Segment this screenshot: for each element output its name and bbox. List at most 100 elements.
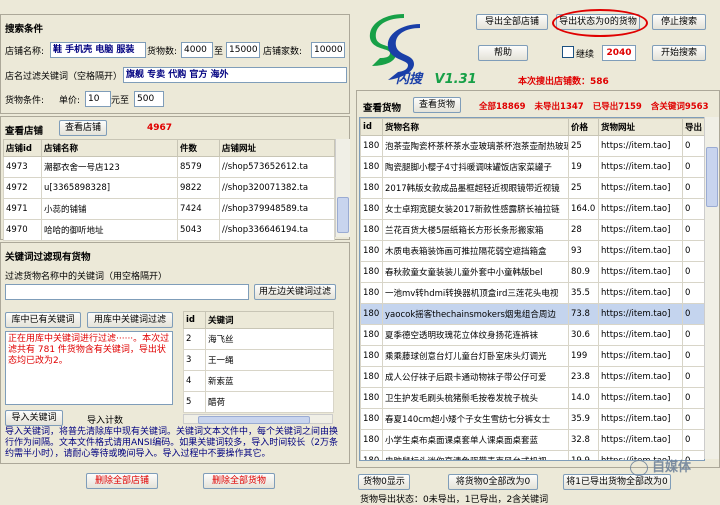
shop-row[interactable]: 4973 潮都衣舍一号店123 8579//shop573652612.ta [3, 156, 335, 178]
goods-row[interactable]: 180 春夏140cm超小矮个子女生雪纺七分裤女士 35.9 https://item… [360, 408, 704, 430]
show-zero-goods-button[interactable]: 货物0显示 [358, 474, 410, 490]
goods-row[interactable]: 180 春秋款童女童装装儿童外套中小童韩版bel 80.9 https://item.… [360, 261, 704, 283]
shop-name-input[interactable]: 鞋 手机壳 电脑 服装 [50, 42, 146, 58]
goods-id-cell: 180 [360, 408, 383, 430]
goods-row[interactable]: 180 夏季德空透明玫瑰花立体纹身扬花连裤袜 30.6 https://item.ta… [360, 324, 704, 346]
keyword-id-cell: 3 [183, 349, 206, 371]
goods-row[interactable]: 180 一池mv转hdmi转换器机顶盒ird三莲花头电视 35.5 https://i… [360, 282, 704, 304]
goods-url-cell: https://item.tao] [598, 198, 683, 220]
goods-name-cell: 女士卓翔宽腿女装2017新款性感露脐长袖拉链 [382, 198, 569, 220]
start-search-button[interactable]: 开始搜索 [652, 45, 706, 61]
existing-keywords-button[interactable]: 库中已有关键词 [5, 312, 81, 328]
goods-stats: 全部18869 未导出1347 已导出7159 含关键词9563 [479, 100, 709, 112]
keywords-header-word[interactable]: 关键词 [205, 311, 334, 329]
shops-panel: 查看店铺 查看店铺 4967 店铺id 店铺名称 件数 店铺网址 4973 潮都衣… [0, 116, 350, 241]
keyword-row[interactable]: 5 醋荷 [183, 391, 334, 413]
shop-row[interactable]: 4971 小蕊的铺铺 7424//shop379948589.ta [3, 198, 335, 220]
goods-scroll-thumb[interactable] [706, 147, 718, 207]
keyword-filter-input[interactable] [5, 284, 249, 300]
keyword-row[interactable]: 2 海飞丝 [183, 328, 334, 350]
import-keywords-button[interactable]: 导入关键词 [5, 410, 63, 426]
filter-label: 店名过滤关键词（空格隔开） [5, 72, 123, 82]
shops-header-count[interactable]: 件数 [177, 139, 220, 157]
shops-scroll-thumb[interactable] [337, 197, 349, 233]
goods-price-cell: 25 [568, 135, 599, 157]
goods-id-cell: 180 [360, 198, 383, 220]
goods-name-cell: 木质电表箱装饰画可推拉隔花弱空遮挡箱盒 [382, 240, 569, 262]
export-all-shops-button[interactable]: 导出全部店铺 [476, 14, 548, 30]
goods-row[interactable]: 180 2017韩版女款成品墨框超轻近视眼镜带近视镜 25 https://item.… [360, 177, 704, 199]
goods-max-input[interactable]: 15000 [226, 42, 260, 58]
shop-count-input[interactable]: 10000 [311, 42, 345, 58]
set-zero-goods-button[interactable]: 将货物0全部改为0 [448, 474, 538, 490]
goods-scrollbar[interactable] [704, 117, 719, 459]
goods-export-cell: 0 [682, 345, 704, 367]
goods-url-cell: https://item.tao] [598, 429, 683, 451]
help-button[interactable]: 帮助 [478, 45, 528, 61]
goods-table: id 货物名称 价格 货物网址 导出 180 泡茶壶陶瓷杯茶杯茶水壶玻璃茶杯泡茶壶… [360, 118, 704, 460]
keyword-row[interactable]: 4 新索蓝 [183, 370, 334, 392]
stop-search-button[interactable]: 停止搜索 [652, 14, 706, 30]
goods-price-cell: 25 [568, 177, 599, 199]
goods-header-url[interactable]: 货物网址 [598, 118, 683, 136]
goods-row[interactable]: 180 yaocok摇客thechainsmokers烟鬼组合周边 73.8 http… [360, 303, 704, 325]
reset-exported-button[interactable]: 将1已导出货物全部改为0 [563, 474, 671, 490]
price-min-input[interactable]: 10 [85, 91, 111, 107]
goods-row[interactable]: 180 小学生桌布桌面课桌套单人课桌面桌套蓝 32.8 https://item.ta… [360, 429, 704, 451]
goods-export-cell: 0 [682, 408, 704, 430]
goods-exported: 已导出7159 [592, 102, 642, 112]
filter-input[interactable]: 旗舰 专卖 代购 官方 海外 [123, 67, 347, 83]
shops-header-name[interactable]: 店铺名称 [41, 139, 178, 157]
keyword-row[interactable]: 3 王一绳 [183, 349, 334, 371]
goods-count-label: 货物数: [147, 47, 178, 57]
filter-log-box: 正在用库中关键词进行过滤······。本次过滤共有 781 件货物含有关键词，导… [5, 331, 173, 405]
shops-header-id[interactable]: 店铺id [3, 139, 42, 157]
keyword-filter-desc: 过滤货物名称中的关键词（用空格隔开） [5, 272, 168, 282]
keywords-hscroll-thumb[interactable] [198, 416, 310, 424]
price-max-input[interactable]: 500 [134, 91, 164, 107]
delete-all-goods-button[interactable]: 删除全部货物 [203, 473, 275, 489]
goods-row[interactable]: 180 卫生护发毛刷头梳猪鬃毛按卷发梳子梳头 14.0 https://item.ta… [360, 387, 704, 409]
goods-header-id[interactable]: id [360, 118, 383, 136]
goods-keyword-count: 含关键词9563 [650, 102, 709, 112]
goods-min-input[interactable]: 4000 [181, 42, 213, 58]
view-shops-button[interactable]: 查看店铺 [59, 120, 107, 136]
continue-checkbox[interactable] [562, 46, 574, 58]
goods-header-name[interactable]: 货物名称 [382, 118, 569, 136]
goods-row[interactable]: 180 兰花百货大楼5层纸箱长方形长条形搬家箱 28 https://item.tao… [360, 219, 704, 241]
shops-scrollbar[interactable] [335, 139, 350, 237]
watermark: 自媒体 [630, 456, 691, 476]
keyword-text-cell: 王一绳 [205, 349, 334, 371]
goods-row[interactable]: 180 女士卓翔宽腿女装2017新款性感露脐长袖拉链 164.0 https://it… [360, 198, 704, 220]
filter-by-left-button[interactable]: 用左边关键词过滤 [254, 284, 336, 300]
shop-id-cell: 4973 [3, 156, 42, 178]
goods-price-cell: 35.5 [568, 282, 599, 304]
library-filter-button[interactable]: 用库中关键词过滤 [87, 312, 173, 328]
goods-price-cell: 23.8 [568, 366, 599, 388]
goods-row[interactable]: 180 乘乘藤球创意台灯儿童台灯卧室床头灯调光 199 https://item.ta… [360, 345, 704, 367]
shop-url-cell: //shop320071382.ta [219, 177, 335, 199]
goods-url-cell: https://item.tao] [598, 219, 683, 241]
shop-row[interactable]: 4972 u[3365898328] 9822//shop320071382.ta [3, 177, 335, 199]
view-goods-button[interactable]: 查看货物 [413, 97, 461, 113]
goods-row[interactable]: 180 陶瓷腿脚小樱子4寸抖暖调味罐饭店家菜罐子 19 https://item.ta… [360, 156, 704, 178]
to-label: 至 [214, 47, 224, 57]
keyword-id-cell: 2 [183, 328, 206, 350]
goods-export-cell: 0 [682, 282, 704, 304]
goods-header-export[interactable]: 导出 [682, 118, 704, 136]
keywords-header-id[interactable]: id [183, 311, 206, 329]
continue-label: 继续 [576, 50, 595, 60]
goods-id-cell: 180 [360, 135, 383, 157]
goods-row[interactable]: 180 成人公仔袜子后跟卡通动物袜子带公仔可爱 23.8 https://item.t… [360, 366, 704, 388]
goods-row[interactable]: 180 木质电表箱装饰画可推拉隔花弱空遮挡箱盒 93 https://item.tao… [360, 240, 704, 262]
delete-all-shops-button[interactable]: 删除全部店铺 [86, 473, 158, 489]
goods-row[interactable]: 180 泡茶壶陶瓷杯茶杯茶水壶玻璃茶杯泡茶壶耐热玻璃 25 https://item.… [360, 135, 704, 157]
goods-id-cell: 180 [360, 156, 383, 178]
goods-header-price[interactable]: 价格 [568, 118, 599, 136]
goods-url-cell: https://item.tao] [598, 240, 683, 262]
goods-id-cell: 180 [360, 219, 383, 241]
shops-header-url[interactable]: 店铺网址 [219, 139, 335, 157]
shop-row[interactable]: 4970 哈哈的御听地址 5043//shop336646194.ta [3, 219, 335, 241]
keywords-hscrollbar[interactable] [183, 414, 333, 424]
continue-input[interactable]: 2040 [602, 45, 636, 61]
